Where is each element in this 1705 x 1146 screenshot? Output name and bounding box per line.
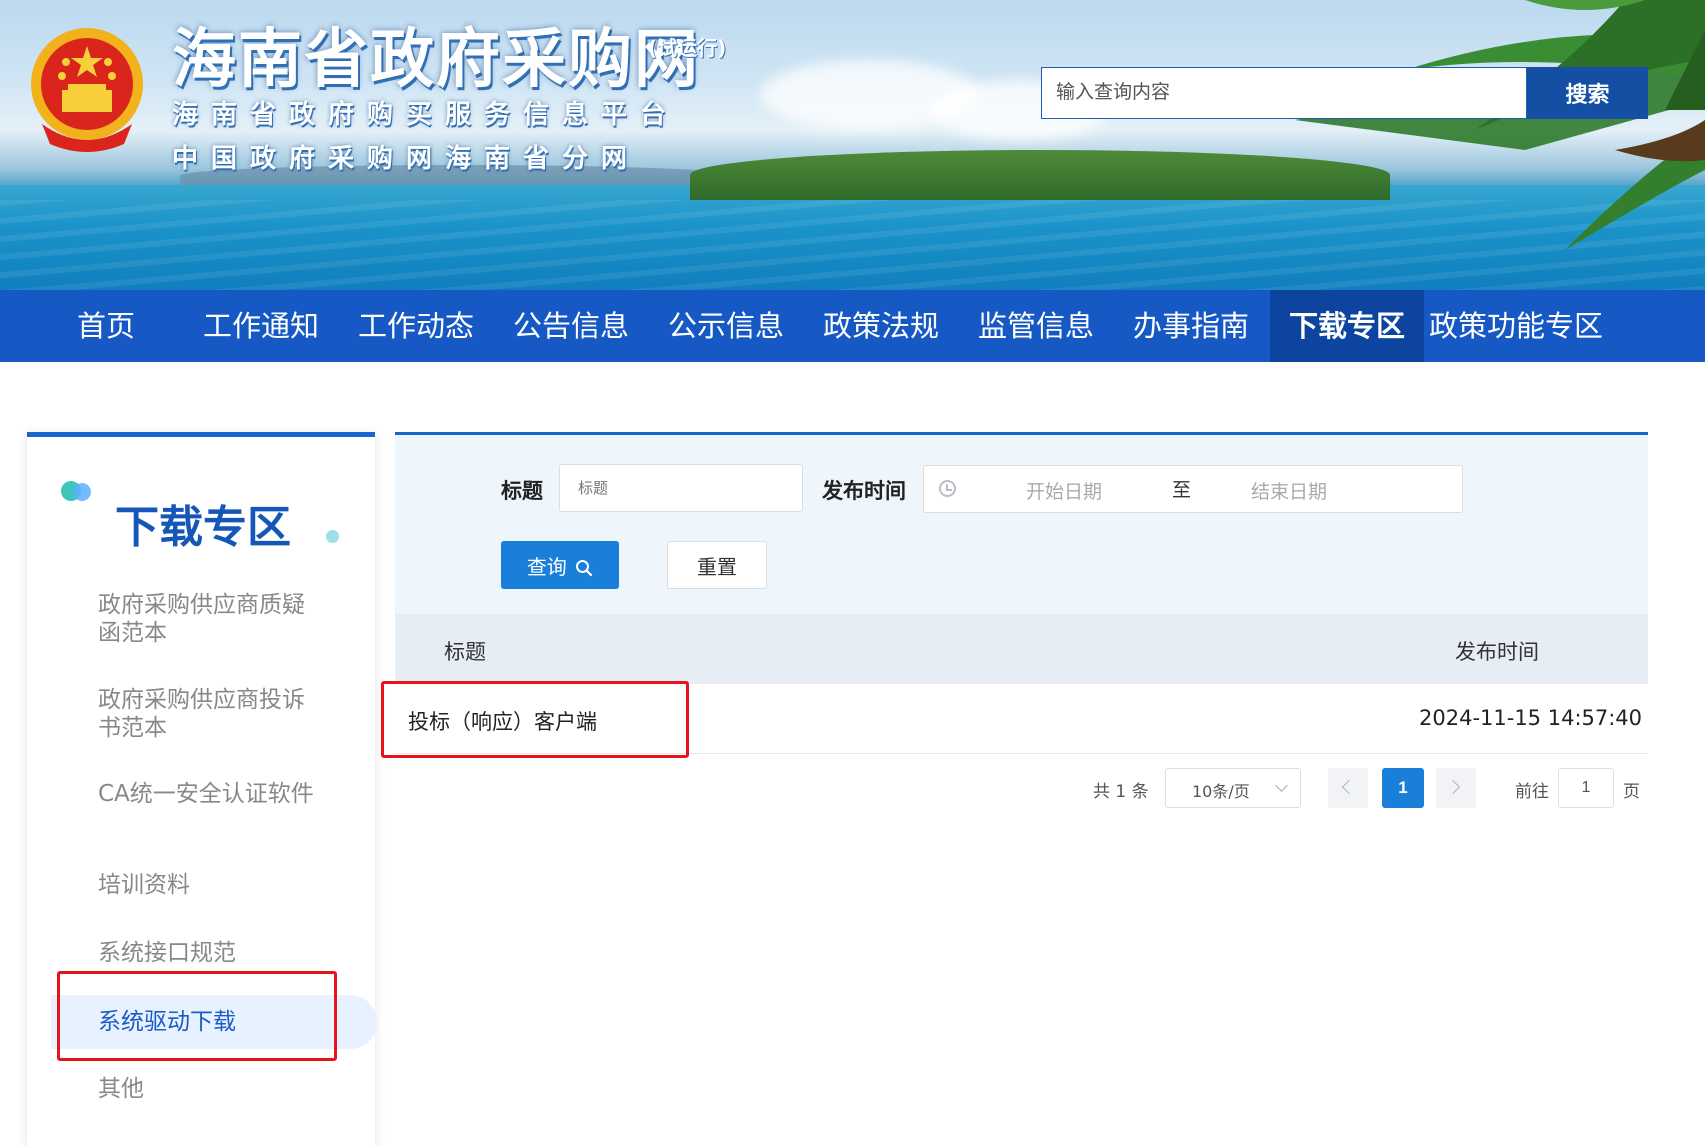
site-title-tag: (试运行)	[648, 36, 727, 60]
prev-page-button[interactable]	[1328, 768, 1368, 808]
column-header-publish-time: 发布时间	[1455, 640, 1539, 664]
start-date-input[interactable]: 开始日期	[1026, 477, 1102, 504]
reset-button[interactable]: 重置	[667, 541, 767, 589]
goto-prefix: 前往	[1515, 782, 1549, 802]
sidebar: 下载专区 政府采购供应商质疑函范本 政府采购供应商投诉书范本 CA统一安全认证软…	[27, 432, 377, 1146]
sidebar-item-training[interactable]: 培训资料	[98, 871, 318, 899]
clock-icon	[939, 480, 956, 497]
filter-title-input[interactable]	[559, 464, 803, 512]
site-header: 海南省政府采购网 (试运行) 海南省政府购买服务信息平台 中国政府采购网海南省分…	[0, 0, 1705, 290]
site-subtitle-service-platform: 海南省政府购买服务信息平台	[172, 100, 680, 130]
search-icon	[576, 559, 593, 576]
sidebar-item-other[interactable]: 其他	[98, 1075, 318, 1103]
date-range-separator: 至	[1172, 479, 1192, 501]
sidebar-title: 下载专区	[115, 502, 291, 553]
decorative-dot	[73, 483, 91, 501]
row-publish-time: 2024-11-15 14:57:40	[1419, 706, 1643, 730]
nav-item-supervision[interactable]: 监管信息	[971, 290, 1101, 362]
highlight-box-row	[381, 681, 689, 758]
filter-title-label: 标题	[501, 479, 543, 503]
highlight-box-sidebar	[57, 971, 337, 1061]
site-title: 海南省政府采购网	[172, 23, 700, 97]
nav-item-announcements[interactable]: 公告信息	[506, 290, 636, 362]
main-nav: 首页 工作通知 工作动态 公告信息 公示信息 政策法规 监管信息 办事指南 下载…	[0, 290, 1705, 362]
palm-tree-decoration	[1295, 0, 1705, 250]
sidebar-item-ca-software[interactable]: CA统一安全认证软件	[98, 780, 318, 808]
nav-item-public-notices[interactable]: 公示信息	[661, 290, 791, 362]
end-date-input[interactable]: 结束日期	[1251, 477, 1327, 504]
pagination-total: 共 1 条	[1093, 782, 1149, 802]
page-size-value: 10条/页	[1192, 782, 1250, 801]
chevron-left-icon	[1341, 779, 1357, 795]
table-header: 标题 发布时间	[395, 614, 1648, 684]
page-size-select[interactable]: 10条/页	[1165, 768, 1301, 808]
date-range-picker[interactable]: 开始日期 至 结束日期	[923, 465, 1463, 513]
nav-item-work-news[interactable]: 工作动态	[351, 290, 481, 362]
query-button[interactable]: 查询	[501, 541, 619, 589]
chevron-down-icon	[1275, 779, 1288, 792]
sidebar-item-inquiry-letter-template[interactable]: 政府采购供应商质疑函范本	[98, 591, 318, 647]
page-number-current[interactable]: 1	[1382, 768, 1424, 808]
query-button-label: 查询	[526, 554, 567, 579]
national-emblem-icon	[31, 28, 143, 152]
next-page-button[interactable]	[1436, 768, 1476, 808]
nav-item-policy-function-zone[interactable]: 政策功能专区	[1424, 290, 1608, 362]
nav-item-downloads[interactable]: 下载专区	[1270, 290, 1424, 362]
nav-item-policies[interactable]: 政策法规	[816, 290, 946, 362]
nav-item-home[interactable]: 首页	[52, 290, 160, 362]
filter-panel: 标题 发布时间 开始日期 至 结束日期 查询 重置	[395, 432, 1648, 614]
goto-page-input[interactable]	[1558, 768, 1614, 808]
site-search-input[interactable]	[1041, 67, 1527, 119]
goto-suffix: 页	[1623, 782, 1640, 802]
main-content: 标题 发布时间 开始日期 至 结束日期 查询 重置 标题 发布时间 投标（响应）…	[381, 432, 1648, 1146]
column-header-title: 标题	[444, 640, 486, 664]
decorative-dot	[326, 530, 339, 543]
chevron-right-icon	[1445, 779, 1461, 795]
site-search-button[interactable]: 搜索	[1527, 67, 1648, 119]
nav-item-work-notice[interactable]: 工作通知	[196, 290, 326, 362]
sidebar-item-complaint-template[interactable]: 政府采购供应商投诉书范本	[98, 686, 318, 742]
filter-date-label: 发布时间	[822, 479, 906, 503]
nav-item-guide[interactable]: 办事指南	[1126, 290, 1256, 362]
site-subtitle-branch: 中国政府采购网海南省分网	[172, 144, 641, 174]
sidebar-item-interface-spec[interactable]: 系统接口规范	[98, 939, 318, 967]
